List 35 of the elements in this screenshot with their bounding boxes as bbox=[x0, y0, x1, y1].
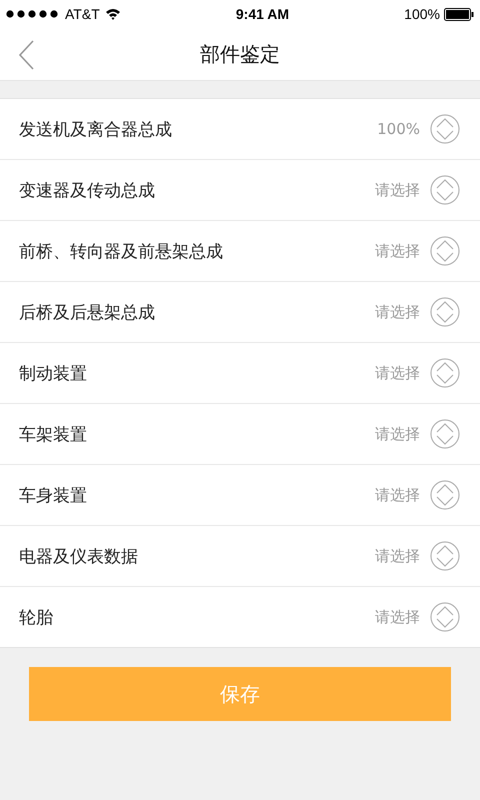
item-value: 请选择 bbox=[375, 302, 420, 322]
item-label: 制动装置 bbox=[19, 362, 88, 384]
item-value: 请选择 bbox=[375, 486, 420, 504]
carrier-name: AT&T bbox=[65, 6, 100, 22]
stepper-icon[interactable] bbox=[430, 358, 460, 388]
stepper-icon[interactable] bbox=[430, 114, 460, 144]
save-button[interactable]: 保存 bbox=[29, 667, 451, 721]
item-value: 请选择 bbox=[375, 546, 420, 566]
stepper-icon[interactable] bbox=[430, 236, 460, 266]
item-label: 变速器及传动总成 bbox=[19, 180, 156, 202]
stepper-icon[interactable] bbox=[430, 419, 460, 449]
wifi-icon bbox=[104, 8, 121, 20]
stepper-icon[interactable] bbox=[430, 541, 460, 571]
clock: 9:41 AM bbox=[236, 6, 290, 22]
battery-percent: 100% bbox=[404, 6, 440, 22]
item-value: 请选择 bbox=[375, 180, 420, 200]
item-label: 轮胎 bbox=[19, 606, 54, 628]
stepper-icon[interactable] bbox=[430, 175, 460, 205]
battery-icon bbox=[444, 8, 474, 20]
item-label: 电器及仪表数据 bbox=[19, 546, 139, 568]
item-label: 前桥、转向器及前悬架总成 bbox=[19, 240, 224, 262]
item-value: 100% bbox=[377, 120, 420, 138]
signal-icon bbox=[6, 10, 60, 18]
item-label: 车架装置 bbox=[19, 424, 88, 446]
item-value: 请选择 bbox=[375, 608, 420, 626]
stepper-icon[interactable] bbox=[430, 480, 460, 510]
item-value: 请选择 bbox=[375, 242, 420, 260]
stepper-icon[interactable] bbox=[430, 602, 460, 632]
item-label: 车身装置 bbox=[19, 484, 88, 506]
item-value: 请选择 bbox=[375, 424, 420, 444]
page-title: 部件鉴定 bbox=[200, 40, 280, 68]
item-value: 请选择 bbox=[375, 364, 420, 382]
stepper-icon[interactable] bbox=[430, 297, 460, 327]
item-label: 后桥及后悬架总成 bbox=[19, 302, 156, 324]
item-label: 发送机及离合器总成 bbox=[19, 118, 173, 140]
